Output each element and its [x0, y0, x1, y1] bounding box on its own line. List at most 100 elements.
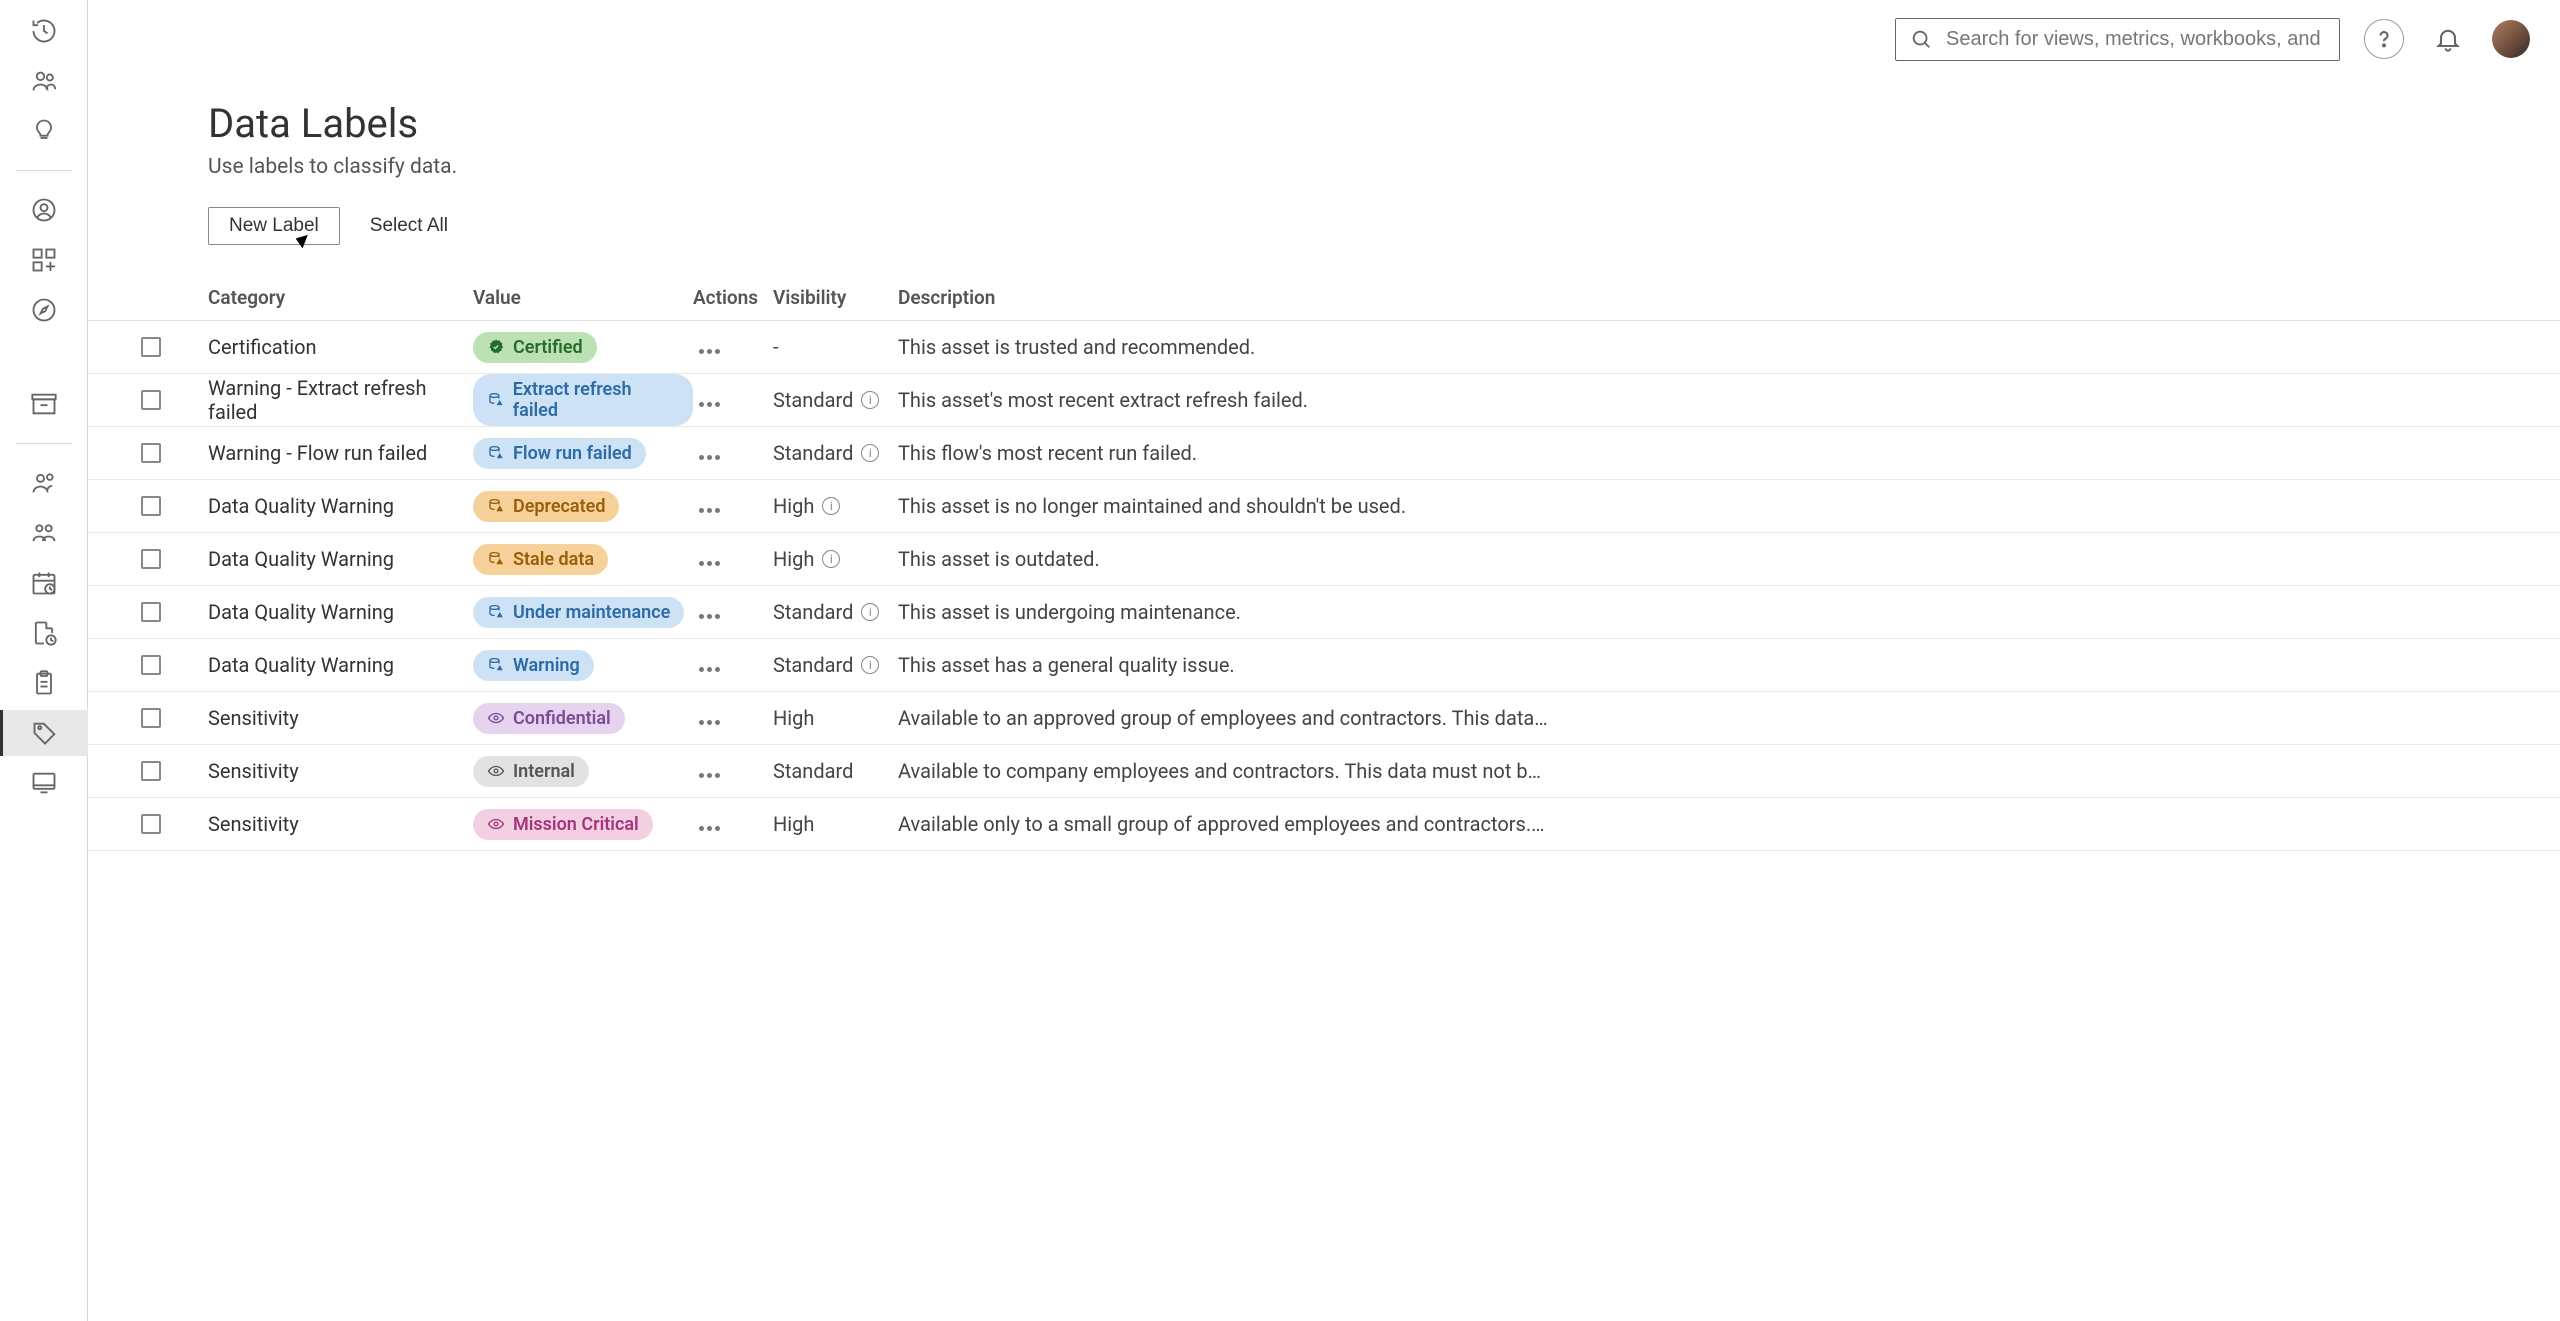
nav-grid-plus-icon[interactable]: [14, 237, 74, 283]
row-actions-menu[interactable]: [693, 714, 726, 731]
col-actions[interactable]: Actions: [693, 286, 773, 309]
nav-user-icon[interactable]: [14, 187, 74, 233]
new-label-button[interactable]: New Label: [208, 207, 340, 245]
col-description[interactable]: Description: [898, 286, 1548, 309]
bell-icon: [2434, 25, 2462, 53]
pill-text: Internal: [513, 761, 575, 782]
col-visibility[interactable]: Visibility: [773, 286, 898, 309]
col-category[interactable]: Category: [208, 286, 473, 309]
row-visibility: Standardi: [773, 388, 898, 412]
nav-clipboard-icon[interactable]: [14, 660, 74, 706]
info-icon[interactable]: i: [861, 656, 879, 674]
row-description: This asset's most recent extract refresh…: [898, 388, 1548, 412]
pill-text: Flow run failed: [513, 443, 632, 464]
row-checkbox[interactable]: [141, 655, 161, 675]
left-nav: [0, 0, 88, 1321]
row-checkbox[interactable]: [141, 390, 161, 410]
nav-bulb-icon[interactable]: [14, 108, 74, 154]
value-pill: Internal: [473, 756, 589, 787]
pill-text: Certified: [513, 337, 583, 358]
table-row: Data Quality WarningStale dataHighiThis …: [88, 533, 2560, 586]
page-subtitle: Use labels to classify data.: [208, 155, 2560, 179]
row-checkbox[interactable]: [141, 496, 161, 516]
table-row: Sensitivity Mission Critical HighAvailable…: [88, 798, 2560, 851]
table-row: CertificationCertified-This asset is tru…: [88, 321, 2560, 374]
row-checkbox[interactable]: [141, 708, 161, 728]
row-category: Warning - Extract refresh failed: [208, 376, 473, 424]
info-icon[interactable]: i: [822, 550, 840, 568]
row-actions-menu[interactable]: [693, 343, 726, 360]
global-search[interactable]: [1895, 18, 2340, 61]
col-value[interactable]: Value: [473, 286, 693, 309]
row-checkbox[interactable]: [141, 337, 161, 357]
row-category: Sensitivity: [208, 812, 473, 836]
row-description: This asset is trusted and recommended.: [898, 335, 1548, 359]
row-category: Warning - Flow run failed: [208, 441, 473, 465]
value-pill: Confidential: [473, 703, 625, 734]
row-actions-menu[interactable]: [693, 661, 726, 678]
nav-monitor-icon[interactable]: [14, 760, 74, 806]
row-category: Data Quality Warning: [208, 600, 473, 624]
row-description: Available to company employees and contr…: [898, 759, 1548, 783]
row-description: Available only to a small group of appro…: [898, 812, 1548, 836]
row-category: Sensitivity: [208, 706, 473, 730]
pill-text: Extract refresh failed: [513, 379, 679, 421]
nav-schedule-icon[interactable]: [14, 560, 74, 606]
nav-users-icon[interactable]: [14, 58, 74, 104]
page-title: Data Labels: [208, 100, 2560, 147]
value-pill: Warning: [473, 650, 594, 681]
nav-labels-icon[interactable]: [0, 710, 88, 756]
info-icon[interactable]: i: [861, 391, 879, 409]
table-row: SensitivityInternalStandardAvailable to …: [88, 745, 2560, 798]
table-row: Data Quality WarningWarningStandardiThis…: [88, 639, 2560, 692]
table-row: Data Quality WarningUnder maintenanceSta…: [88, 586, 2560, 639]
row-actions-menu[interactable]: [693, 820, 726, 837]
row-description: This asset is no longer maintained and s…: [898, 494, 1548, 518]
info-icon[interactable]: i: [861, 603, 879, 621]
help-icon: [2370, 25, 2398, 53]
row-visibility: High: [773, 706, 898, 730]
topbar: [88, 0, 2560, 78]
value-pill: Mission Critical: [473, 809, 653, 840]
help-button[interactable]: [2364, 19, 2404, 59]
row-actions-menu[interactable]: [693, 608, 726, 625]
row-actions-menu[interactable]: [693, 502, 726, 519]
row-visibility: Highi: [773, 494, 898, 518]
row-checkbox[interactable]: [141, 549, 161, 569]
table-header: Category Value Actions Visibility Descri…: [88, 275, 2560, 321]
row-actions-menu[interactable]: [693, 767, 726, 784]
nav-people-icon[interactable]: [14, 460, 74, 506]
row-actions-menu[interactable]: [693, 555, 726, 572]
nav-groups-icon[interactable]: [14, 510, 74, 556]
row-actions-menu[interactable]: [693, 396, 726, 413]
row-visibility: High: [773, 812, 898, 836]
row-checkbox[interactable]: [141, 814, 161, 834]
pill-text: Mission Critical: [513, 814, 639, 835]
user-avatar[interactable]: [2492, 20, 2530, 58]
row-checkbox[interactable]: [141, 602, 161, 622]
pill-text: Stale data: [513, 549, 594, 570]
row-checkbox[interactable]: [141, 443, 161, 463]
notifications-button[interactable]: [2428, 19, 2468, 59]
select-all-button[interactable]: Select All: [370, 215, 448, 237]
row-visibility: Standardi: [773, 653, 898, 677]
row-description: This asset is undergoing maintenance.: [898, 600, 1548, 624]
row-visibility: Highi: [773, 547, 898, 571]
nav-compass-icon[interactable]: [14, 287, 74, 333]
nav-archive-icon[interactable]: [14, 381, 74, 427]
search-input[interactable]: [1946, 28, 2325, 51]
value-pill: Extract refresh failed: [473, 374, 693, 426]
search-icon: [1910, 28, 1932, 50]
row-actions-menu[interactable]: [693, 449, 726, 466]
table-row: Warning - Flow run failed Flow run failed…: [88, 427, 2560, 480]
table-row: Data Quality WarningDeprecatedHighiThis …: [88, 480, 2560, 533]
row-visibility: -: [773, 335, 898, 359]
row-category: Data Quality Warning: [208, 547, 473, 571]
row-checkbox[interactable]: [141, 761, 161, 781]
nav-file-clock-icon[interactable]: [14, 610, 74, 656]
info-icon[interactable]: i: [861, 444, 879, 462]
value-pill: Deprecated: [473, 491, 619, 522]
nav-history-icon[interactable]: [14, 8, 74, 54]
row-visibility: Standardi: [773, 441, 898, 465]
info-icon[interactable]: i: [822, 497, 840, 515]
